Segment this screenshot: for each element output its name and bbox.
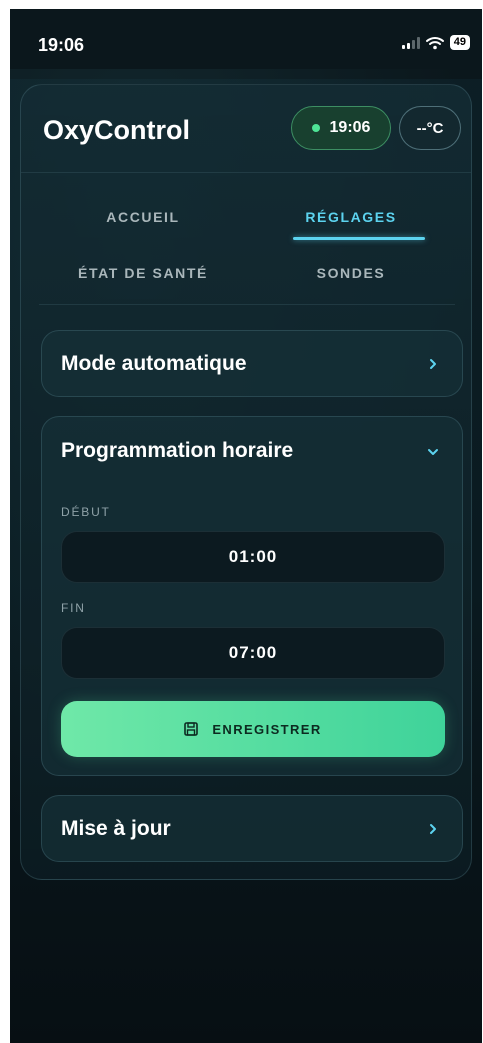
tab-reglages[interactable]: RÉGLAGES (247, 209, 455, 225)
programmation-horaire-section: Programmation horaire DÉBUT 01:00 FIN 07… (41, 416, 463, 776)
app-title: OxyControl (43, 115, 191, 145)
tab-bar: ACCUEIL RÉGLAGES ÉTAT DE SANTÉ SONDES (39, 173, 455, 305)
app-screen: 19:06 49 OxyControl 19:06 --°C ACCUEIL R… (10, 9, 482, 1043)
main-card: OxyControl 19:06 --°C ACCUEIL RÉGLAGES É… (20, 84, 472, 880)
chevron-right-icon (430, 359, 436, 369)
status-icons: 49 (401, 35, 470, 50)
tab-sondes[interactable]: SONDES (247, 265, 455, 281)
fin-label: FIN (61, 601, 86, 615)
time-badge: 19:06 (291, 106, 391, 150)
tab-etat-de-sante[interactable]: ÉTAT DE SANTÉ (39, 265, 247, 281)
online-dot-icon (311, 124, 320, 132)
mode-automatique-section[interactable]: Mode automatique (41, 330, 463, 397)
chevron-right-icon (430, 824, 436, 834)
temperature-badge: --°C (399, 106, 461, 150)
debut-time-input[interactable]: 01:00 (61, 531, 445, 583)
debut-label: DÉBUT (61, 505, 111, 519)
programmation-horaire-title[interactable]: Programmation horaire (61, 439, 293, 463)
mise-a-jour-title: Mise à jour (61, 817, 171, 840)
app-header: OxyControl 19:06 --°C (21, 85, 471, 173)
save-button-label: ENREGISTRER (212, 721, 322, 737)
tab-accueil[interactable]: ACCUEIL (39, 209, 247, 225)
mise-a-jour-section[interactable]: Mise à jour (41, 795, 463, 862)
battery-icon: 49 (449, 35, 470, 50)
wifi-icon (425, 36, 444, 49)
chevron-down-icon[interactable] (426, 445, 440, 459)
cellular-signal-icon (401, 36, 420, 49)
time-badge-label: 19:06 (329, 119, 371, 136)
save-button[interactable]: ENREGISTRER (61, 701, 445, 757)
mode-automatique-title: Mode automatique (61, 352, 247, 375)
floppy-disk-icon (184, 722, 199, 736)
fin-time-input[interactable]: 07:00 (61, 627, 445, 679)
status-time: 19:06 (38, 35, 85, 55)
active-tab-indicator (293, 237, 425, 240)
